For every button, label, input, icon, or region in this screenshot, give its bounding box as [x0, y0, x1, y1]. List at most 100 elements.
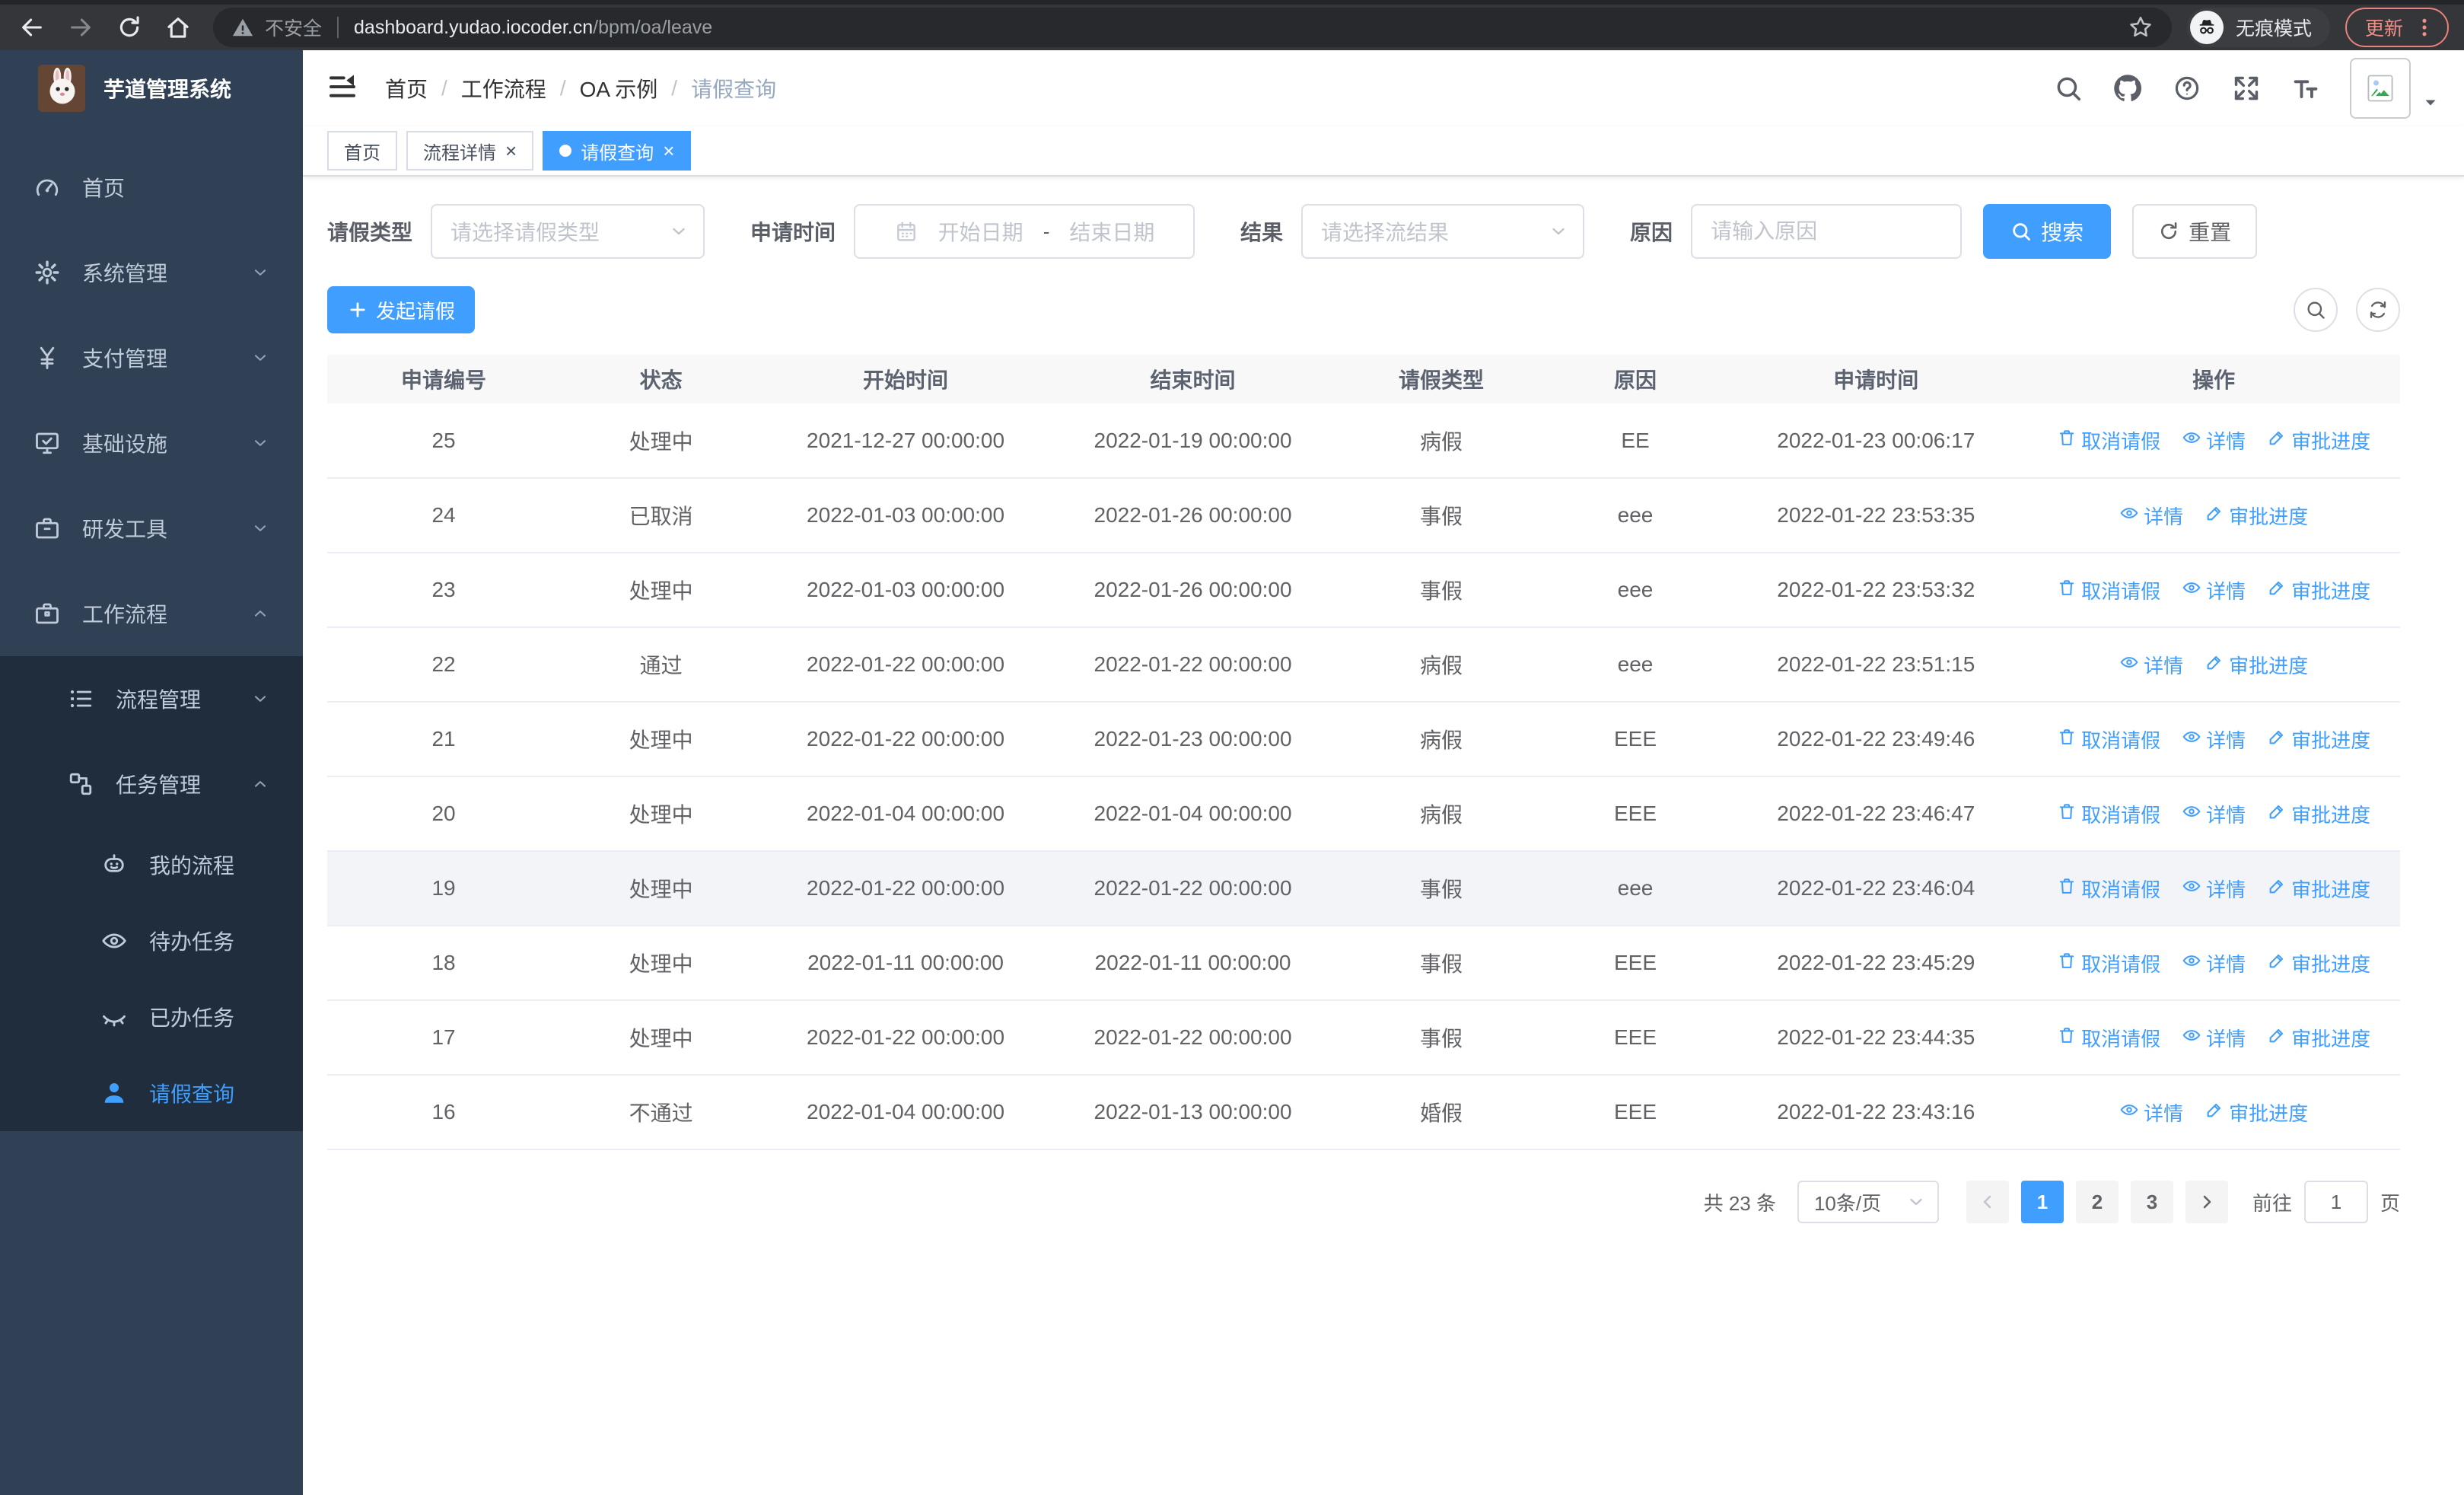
leave-type-select[interactable]: 请选择请假类型	[431, 204, 705, 259]
cell-reason: eee	[1546, 478, 1725, 553]
avatar-caret-down-icon[interactable]	[2421, 90, 2440, 108]
create-leave-button[interactable]: 发起请假	[327, 286, 476, 333]
breadcrumb-item-workflow[interactable]: 工作流程	[461, 73, 546, 104]
breadcrumb-item-leave-query: 请假查询	[691, 78, 777, 101]
detail-link[interactable]: 详情	[2182, 949, 2246, 977]
approval-progress-link[interactable]: 审批进度	[2267, 800, 2370, 828]
font-size-icon[interactable]	[2291, 73, 2321, 104]
approval-progress-link[interactable]: 审批进度	[2205, 1098, 2308, 1127]
tab-home[interactable]: 首页	[327, 131, 397, 171]
tab-close-icon[interactable]: ×	[505, 141, 517, 161]
update-button[interactable]: 更新	[2345, 8, 2449, 47]
detail-link[interactable]: 详情	[2182, 1024, 2246, 1052]
sidebar-item-home[interactable]: 首页	[0, 145, 303, 230]
breadcrumb-item-oa-example[interactable]: OA 示例	[580, 73, 658, 104]
cell-apply-time: 2022-01-22 23:53:35	[1724, 478, 2028, 553]
tab-process-detail[interactable]: 流程详情 ×	[406, 131, 534, 171]
page-size-select[interactable]: 10条/页	[1797, 1181, 1939, 1223]
apply-time-range-picker[interactable]: 开始日期 - 结束日期	[854, 204, 1195, 259]
approval-progress-link[interactable]: 审批进度	[2267, 725, 2370, 754]
trash-icon	[2057, 951, 2077, 976]
approval-progress-link[interactable]: 审批进度	[2267, 576, 2370, 604]
page-button-3[interactable]: 3	[2130, 1181, 2173, 1223]
detail-link[interactable]: 详情	[2182, 426, 2246, 454]
sidebar-item-workflow[interactable]: 工作流程	[0, 571, 303, 656]
sidebar-item-payment[interactable]: 支付管理	[0, 315, 303, 400]
detail-link[interactable]: 详情	[2119, 1098, 2183, 1127]
chevron-down-icon	[251, 263, 269, 282]
app-logo	[38, 65, 85, 112]
update-label: 更新	[2364, 18, 2403, 40]
edit-icon	[2267, 802, 2287, 827]
reason-input[interactable]	[1691, 204, 1963, 259]
sidebar-item-my-process[interactable]: 我的流程	[0, 827, 303, 903]
help-icon[interactable]	[2172, 73, 2202, 104]
refresh-table-button[interactable]	[2356, 288, 2400, 332]
goto-page-input[interactable]	[2303, 1181, 2368, 1223]
url-bar[interactable]: 不安全 dashboard.yudao.iocoder.cn/bpm/oa/le…	[213, 8, 2172, 47]
cancel-leave-link[interactable]: 取消请假	[2057, 576, 2160, 604]
not-secure-warning-icon[interactable]	[231, 16, 254, 39]
detail-link[interactable]: 详情	[2182, 725, 2246, 754]
browser-back-button[interactable]	[12, 8, 52, 47]
search-button[interactable]: 搜索	[1983, 204, 2112, 259]
date-range-separator: -	[1043, 219, 1050, 243]
approval-progress-link[interactable]: 审批进度	[2205, 651, 2308, 679]
cell-apply-time: 2022-01-22 23:45:29	[1724, 926, 2028, 1001]
breadcrumb-item-home[interactable]: 首页	[385, 73, 428, 104]
tab-leave-query[interactable]: 请假查询 ×	[543, 131, 692, 171]
table-row: 20 处理中 2022-01-04 00:00:00 2022-01-04 00:00…	[327, 776, 2400, 852]
browser-menu-kebab-icon[interactable]	[2414, 17, 2435, 38]
sidebar-item-devtools[interactable]: 研发工具	[0, 486, 303, 571]
user-avatar[interactable]	[2350, 58, 2411, 119]
browser-forward-button[interactable]	[61, 8, 100, 47]
sidebar-item-leave-query[interactable]: 请假查询	[0, 1055, 303, 1131]
cell-end-time: 2022-01-22 00:00:00	[1049, 627, 1337, 703]
cell-end-time: 2022-01-23 00:00:00	[1049, 702, 1337, 777]
search-icon[interactable]	[2053, 73, 2084, 104]
cancel-leave-link[interactable]: 取消请假	[2057, 725, 2160, 754]
cell-reason: EEE	[1546, 776, 1725, 852]
detail-link[interactable]: 详情	[2119, 651, 2183, 679]
approval-progress-link[interactable]: 审批进度	[2205, 502, 2308, 530]
sidebar-item-task-mgmt[interactable]: 任务管理	[0, 741, 303, 827]
detail-link[interactable]: 详情	[2119, 502, 2183, 530]
cancel-leave-link[interactable]: 取消请假	[2057, 1024, 2160, 1052]
fullscreen-icon[interactable]	[2231, 73, 2262, 104]
detail-link[interactable]: 详情	[2182, 875, 2246, 903]
result-select[interactable]: 请选择流结果	[1301, 204, 1585, 259]
cancel-leave-link[interactable]: 取消请假	[2057, 800, 2160, 828]
sidebar-item-done-task[interactable]: 已办任务	[0, 979, 303, 1055]
page-button-1[interactable]: 1	[2020, 1181, 2064, 1223]
tab-close-icon[interactable]: ×	[663, 141, 674, 161]
cancel-leave-link[interactable]: 取消请假	[2057, 949, 2160, 977]
approval-progress-link[interactable]: 审批进度	[2267, 949, 2370, 977]
cell-leave-type: 事假	[1336, 1000, 1546, 1076]
browser-reload-button[interactable]	[110, 8, 149, 47]
page-button-2[interactable]: 2	[2075, 1181, 2119, 1223]
show-search-toggle-button[interactable]	[2294, 288, 2338, 332]
view-icon	[2182, 951, 2201, 976]
bookmark-star-icon[interactable]	[2128, 14, 2154, 40]
approval-progress-link[interactable]: 审批进度	[2267, 426, 2370, 454]
cancel-leave-link[interactable]: 取消请假	[2057, 875, 2160, 903]
logo-row[interactable]: 芋道管理系统	[0, 50, 303, 126]
next-page-button[interactable]	[2185, 1181, 2228, 1223]
cell-operations: 详情 审批进度	[2027, 478, 2400, 553]
cell-apply-time: 2022-01-22 23:43:16	[1724, 1075, 2028, 1150]
reset-button[interactable]: 重置	[2132, 204, 2258, 259]
approval-progress-link[interactable]: 审批进度	[2267, 875, 2370, 903]
prev-page-button[interactable]	[1966, 1181, 2009, 1223]
detail-link[interactable]: 详情	[2182, 576, 2246, 604]
detail-link[interactable]: 详情	[2182, 800, 2246, 828]
table-toolbar: 发起请假	[327, 286, 2400, 333]
sidebar-item-infra[interactable]: 基础设施	[0, 400, 303, 486]
sidebar-item-todo-task[interactable]: 待办任务	[0, 903, 303, 979]
approval-progress-link[interactable]: 审批进度	[2267, 1024, 2370, 1052]
sidebar-collapse-icon[interactable]	[327, 72, 361, 105]
cancel-leave-link[interactable]: 取消请假	[2057, 426, 2160, 454]
sidebar-item-system[interactable]: 系统管理	[0, 230, 303, 315]
sidebar-item-process-mgmt[interactable]: 流程管理	[0, 656, 303, 741]
github-icon[interactable]	[2112, 73, 2143, 104]
browser-home-button[interactable]	[158, 8, 198, 47]
